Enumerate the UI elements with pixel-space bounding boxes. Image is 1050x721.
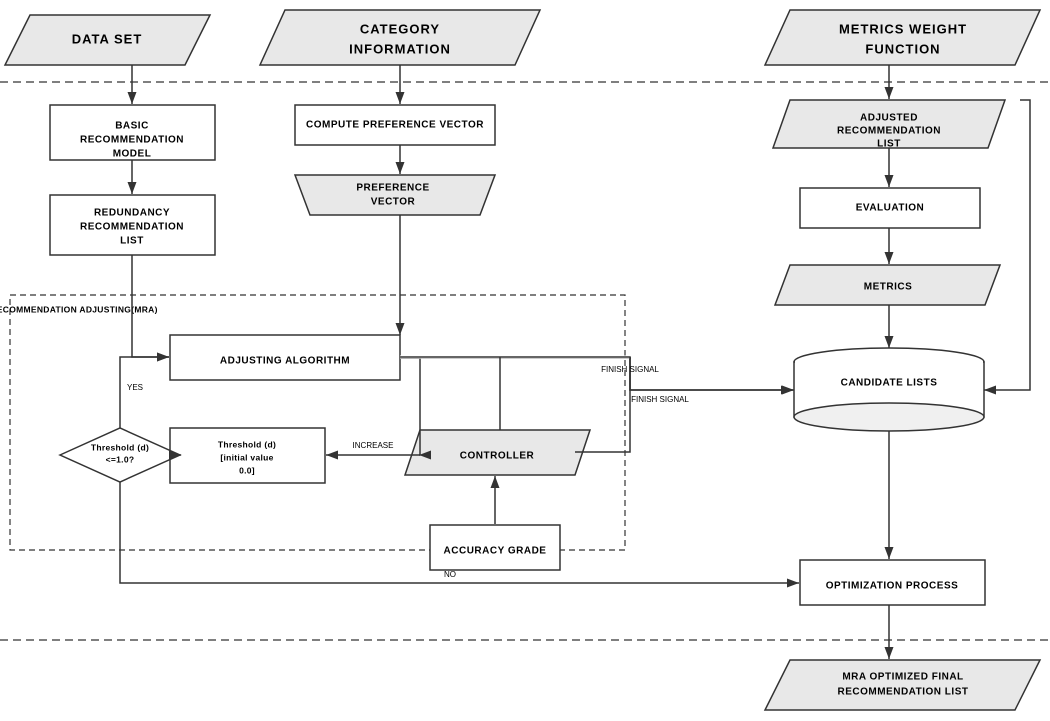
threshold-check-label2: <=1.0? [106,454,135,464]
increase-label: INCREASE [353,441,394,450]
finish-signal-label: FINISH SIGNAL [631,395,689,404]
compute-pref-label: COMPUTE PREFERENCE VECTOR [306,120,484,131]
redundancy-label3: LIST [120,236,144,247]
basic-rec-model-label: BASIC [115,121,149,132]
threshold-label: Threshold (d) [218,439,276,449]
basic-rec-model-label3: MODEL [113,149,152,160]
mra-optimized-label2: RECOMMENDATION LIST [838,687,969,698]
pref-vector-label: PREFERENCE [356,183,429,194]
adjusted-rec-label3: LIST [877,139,901,150]
yes-label: YES [127,383,143,392]
redundancy-label: REDUNDANCY [94,208,170,219]
redundancy-label2: RECOMMENDATION [80,222,184,233]
metrics-weight-header2: FUNCTION [865,41,940,56]
accuracy-grade-label: ACCURACY GRADE [444,546,547,557]
threshold-label3: 0.0] [239,465,255,475]
basic-rec-model-label2: RECOMMENDATION [80,135,184,146]
adjusted-rec-label2: RECOMMENDATION [837,126,941,137]
optimization-label: OPTIMIZATION PROCESS [826,581,959,592]
pref-vector-label2: VECTOR [371,197,416,208]
flowchart-diagram: DATA SET CATEGORY INFORMATION METRICS WE… [0,0,1050,721]
category-info-header2: INFORMATION [349,41,451,56]
mra-optimized-label: MRA OPTIMIZED FINAL [842,672,963,683]
finish-signal-label2: FINISH SIGNAL [601,365,659,374]
no-label: NO [444,570,456,579]
controller-label: CONTROLLER [460,451,535,462]
adjusted-rec-label: ADJUSTED [860,113,918,124]
evaluation-label: EVALUATION [856,203,925,214]
threshold-check-label: Threshold (d) [91,442,149,452]
candidate-lists-label: CANDIDATE LISTS [841,378,938,389]
adjusting-algo-label: ADJUSTING ALGORITHM [220,356,350,367]
dataset-header: DATA SET [72,31,143,46]
mra-label: MULTI-CATEGORIZATION RECOMMENDATION ADJU… [0,304,158,314]
category-info-header: CATEGORY [360,21,440,36]
threshold-label2: [initial value [220,452,273,462]
metrics-weight-header: METRICS WEIGHT [839,21,967,36]
metrics-label: METRICS [864,282,913,293]
